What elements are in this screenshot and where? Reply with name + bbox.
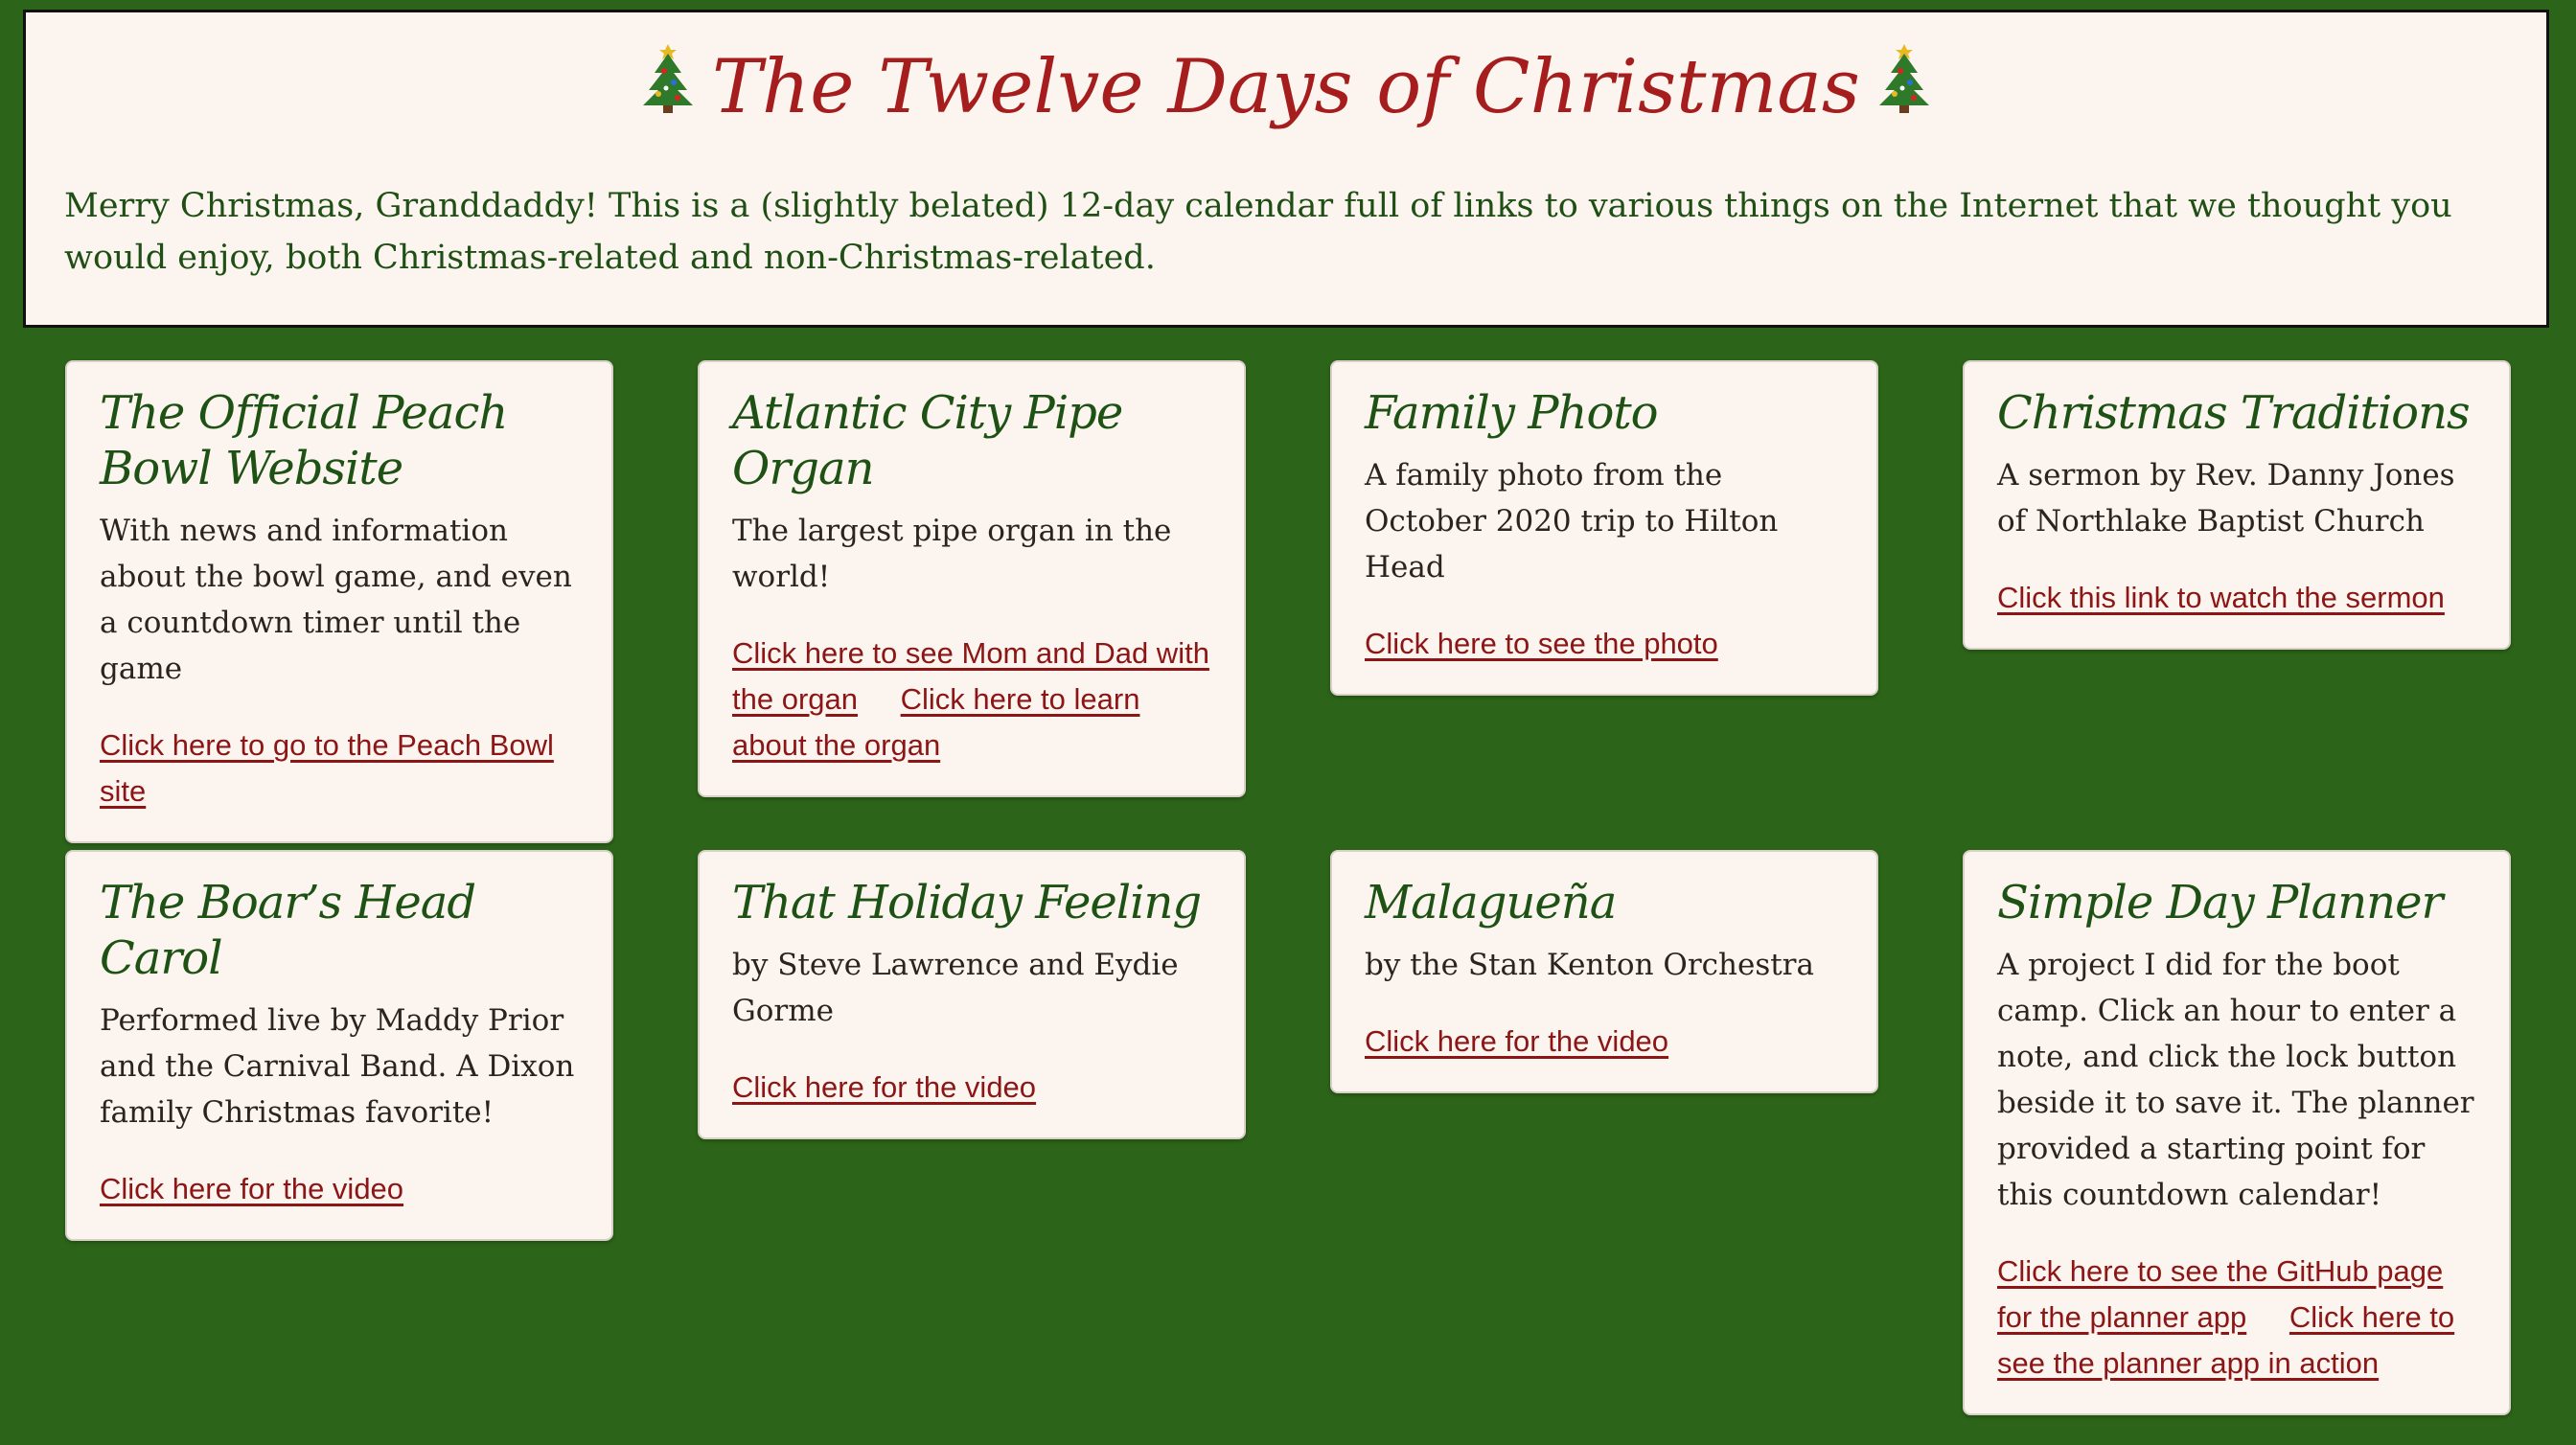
card-links: Click here to see the photo: [1365, 621, 1844, 667]
card-links: Click here for the video: [1365, 1019, 1844, 1065]
header-banner: The Twelve Days of Christmas Merry Chris…: [23, 10, 2549, 328]
day-card-day-planner: Simple Day Planner A project I did for t…: [1963, 850, 2511, 1415]
video-link[interactable]: Click here for the video: [1365, 1024, 1668, 1058]
card-description: by Steve Lawrence and Eydie Gorme: [732, 948, 1179, 1028]
family-photo-link[interactable]: Click here to see the photo: [1365, 627, 1718, 660]
card-title: Family Photo: [1365, 386, 1659, 440]
card-links: Click here for the video: [100, 1166, 579, 1212]
card-description: by the Stan Kenton Orchestra: [1365, 948, 1814, 982]
card-description: A project I did for the boot camp. Click…: [1997, 948, 2474, 1212]
card-title: That Holiday Feeling: [732, 876, 1202, 929]
day-card-holiday-feeling: That Holiday Feeling by Steve Lawrence a…: [698, 850, 1246, 1139]
day-card-christmas-traditions: Christmas Traditions A sermon by Rev. Da…: [1963, 360, 2511, 650]
card-description: A family photo from the October 2020 tri…: [1365, 458, 1779, 585]
card-links: Click here to see the GitHub page for th…: [1997, 1249, 2476, 1387]
video-link[interactable]: Click here for the video: [732, 1070, 1036, 1104]
day-card-malaguena: Malagueña by the Stan Kenton Orchestra C…: [1330, 850, 1878, 1093]
page-title-text: The Twelve Days of Christmas: [712, 44, 1860, 130]
card-title: The Official Peach Bowl Website: [100, 386, 508, 495]
card-title: Malagueña: [1365, 876, 1617, 929]
card-description: The largest pipe organ in the world!: [732, 514, 1172, 594]
card-description: With news and information about the bowl…: [100, 514, 572, 686]
card-title: The Boar’s Head Carol: [100, 876, 476, 985]
card-links: Click here for the video: [732, 1065, 1211, 1111]
peach-bowl-site-link[interactable]: Click here to go to the Peach Bowl site: [100, 728, 554, 808]
watch-sermon-link[interactable]: Click this link to watch the sermon: [1997, 581, 2445, 614]
card-description: Performed live by Maddy Prior and the Ca…: [100, 1003, 575, 1130]
page-title: The Twelve Days of Christmas: [64, 12, 2508, 142]
card-description: A sermon by Rev. Danny Jones of Northlak…: [1997, 458, 2455, 539]
card-title: Christmas Traditions: [1997, 386, 2471, 440]
christmas-tree-icon: [1874, 38, 1935, 136]
day-card-peach-bowl: The Official Peach Bowl Website With new…: [65, 360, 613, 843]
intro-text: Merry Christmas, Granddaddy! This is a (…: [64, 186, 2452, 277]
card-links: Click here to see Mom and Dad with the o…: [732, 631, 1211, 768]
day-card-boars-head-carol: The Boar’s Head Carol Performed live by …: [65, 850, 613, 1241]
video-link[interactable]: Click here for the video: [100, 1172, 403, 1205]
card-title: Atlantic City Pipe Organ: [732, 386, 1123, 495]
christmas-tree-icon: [637, 38, 699, 136]
day-card-pipe-organ: Atlantic City Pipe Organ The largest pip…: [698, 360, 1246, 797]
day-card-family-photo: Family Photo A family photo from the Oct…: [1330, 360, 1878, 696]
card-links: Click this link to watch the sermon: [1997, 575, 2476, 621]
card-links: Click here to go to the Peach Bowl site: [100, 722, 579, 814]
card-title: Simple Day Planner: [1997, 876, 2443, 929]
